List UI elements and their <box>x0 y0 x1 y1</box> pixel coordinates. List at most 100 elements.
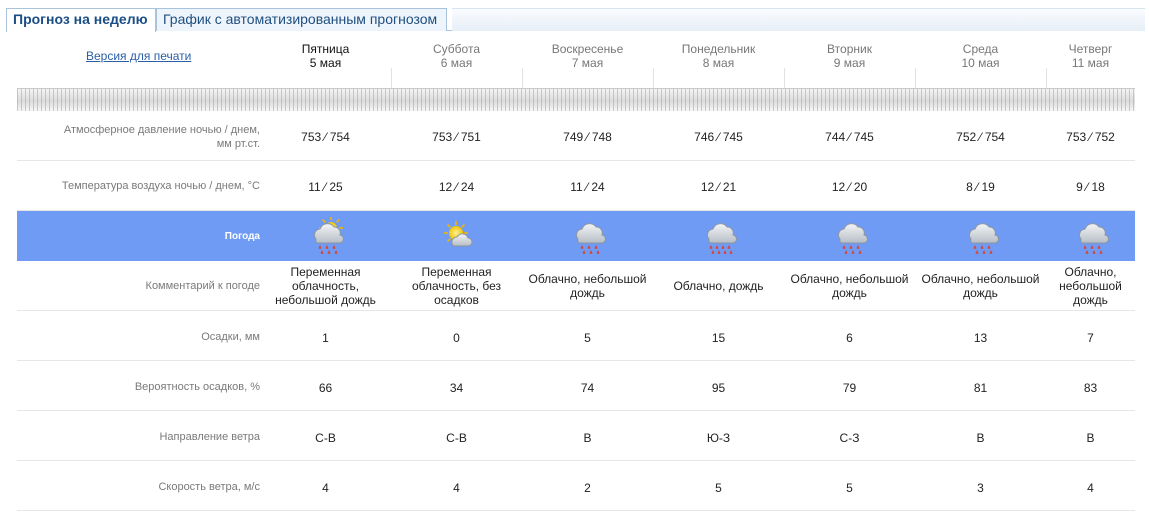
day-name: Понедельник <box>681 42 756 56</box>
day-date: 5 мая <box>309 56 342 70</box>
pressure-value: 752 ⁄ 754 <box>956 130 1005 144</box>
weather-comment-line: небольшой дождь <box>275 293 376 307</box>
day-name: Вторник <box>827 42 872 56</box>
cloud-rain-icon <box>1072 217 1110 255</box>
day-header: Четверг 11 мая <box>1046 42 1135 70</box>
day-header: Среда 10 мая <box>915 42 1046 70</box>
day-name: Среда <box>962 42 999 56</box>
pressure-value: 744 ⁄ 745 <box>825 130 874 144</box>
wind-direction-value: С-З <box>839 431 860 445</box>
day-date: 10 мая <box>961 56 1000 70</box>
temperature-label: Температура воздуха ночью / днем, °C <box>61 180 260 192</box>
weather-comment-line: Переменная <box>421 265 492 279</box>
time-ruler <box>17 89 1135 111</box>
day-date: 9 мая <box>833 56 866 70</box>
wind-speed-value: 5 <box>846 481 853 495</box>
column-divider <box>784 68 785 90</box>
day-header: Пятница 5 мая <box>260 42 391 70</box>
precipitation-value: 6 <box>846 331 853 345</box>
wind-direction-label: Направление ветра <box>159 431 260 443</box>
pressure-label-line2: мм рт.ст. <box>216 138 260 150</box>
wind-speed-value: 5 <box>715 481 722 495</box>
cloud-rain-icon <box>569 217 607 255</box>
weather-comment-line: Переменная <box>290 265 361 279</box>
weather-comment-line: дождь <box>963 286 998 300</box>
weather-comment-line: Облачно, небольшой <box>921 272 1040 286</box>
pressure-value: 753 ⁄ 752 <box>1066 130 1115 144</box>
precipitation-probability-value: 83 <box>1083 381 1098 395</box>
weather-comment: Переменная облачность, без осадков <box>391 265 522 307</box>
precipitation-probability-label: Вероятность осадков, % <box>134 381 260 393</box>
weather-comment-line: осадков <box>434 293 479 307</box>
temperature-value: 11 ⁄ 25 <box>308 180 343 194</box>
comment-label: Комментарий к погоде <box>145 280 260 292</box>
day-date: 6 мая <box>440 56 473 70</box>
day-name: Суббота <box>433 42 480 56</box>
tab-weekly-forecast[interactable]: Прогноз на неделю <box>6 8 156 32</box>
weather-comment-line: облачность, без <box>411 279 502 293</box>
temperature-value: 12 ⁄ 24 <box>438 180 475 194</box>
precipitation-label: Осадки, мм <box>201 331 260 343</box>
cloud-sun-rain-icon <box>307 216 345 255</box>
pressure-value: 753 ⁄ 751 <box>432 130 481 144</box>
tab-strip-fill <box>452 8 1145 31</box>
precipitation-probability-value: 81 <box>973 381 988 395</box>
temperature-value: 12 ⁄ 21 <box>700 180 737 194</box>
day-header: Суббота 6 мая <box>391 42 522 70</box>
print-version-link[interactable]: Версия для печати <box>86 49 191 63</box>
wind-direction-value: Ю-З <box>706 431 731 445</box>
weather-comment-line: облачность, <box>291 279 360 293</box>
tab-automated-chart[interactable]: График с автоматизированным прогнозом <box>156 8 447 31</box>
precipitation-probability-value: 79 <box>842 381 857 395</box>
weather-comment: Облачно, небольшой дождь <box>915 272 1046 300</box>
weather-comment-line: Облачно, дождь <box>673 279 764 293</box>
temperature-value: 11 ⁄ 24 <box>570 180 605 194</box>
column-divider <box>522 68 523 90</box>
precipitation-value: 7 <box>1087 331 1094 345</box>
temperature-value: 12 ⁄ 20 <box>831 180 868 194</box>
weather-comment-line: дождь <box>570 286 605 300</box>
cloud-rain-icon <box>962 217 1000 255</box>
day-name: Воскресенье <box>551 42 624 56</box>
column-divider <box>653 68 654 90</box>
column-divider <box>915 68 916 90</box>
wind-speed-value: 2 <box>584 481 591 495</box>
wind-direction-value: В <box>976 431 985 445</box>
column-divider <box>391 68 392 90</box>
weather-comment-line: дождь <box>1073 293 1108 307</box>
sun-cloud-icon <box>438 217 476 255</box>
day-date: 8 мая <box>702 56 735 70</box>
day-header: Воскресенье 7 мая <box>522 42 653 70</box>
precipitation-value: 0 <box>453 331 460 345</box>
weather-comment: Облачно, небольшой дождь <box>522 272 653 300</box>
day-header: Понедельник 8 мая <box>653 42 784 70</box>
pressure-value: 749 ⁄ 748 <box>563 130 612 144</box>
cloud-heavy-rain-icon <box>700 217 738 255</box>
pressure-value: 753 ⁄ 754 <box>301 130 350 144</box>
weather-comment: Переменная облачность, небольшой дождь <box>260 265 391 307</box>
wind-direction-value: С-В <box>446 431 467 445</box>
weather-label: Погода <box>224 231 260 242</box>
weather-comment-line: дождь <box>832 286 867 300</box>
cloud-rain-icon <box>831 217 869 255</box>
precipitation-probability-value: 95 <box>711 381 726 395</box>
day-name: Четверг <box>1068 42 1113 56</box>
wind-direction-value: В <box>1086 431 1095 445</box>
weather-comment: Облачно, дождь <box>653 279 784 293</box>
pressure-label: Атмосферное давление ночью / днем, мм рт… <box>17 123 260 151</box>
tab-bar: Прогноз на неделю График с автоматизиров… <box>6 8 1145 32</box>
weather-comment-line: Облачно, <box>1064 265 1117 279</box>
precipitation-value: 13 <box>973 331 988 345</box>
temperature-value: 8 ⁄ 19 <box>966 180 995 194</box>
precipitation-value: 1 <box>322 331 329 345</box>
day-date: 11 мая <box>1071 56 1110 70</box>
weather-comment-line: Облачно, небольшой <box>790 272 909 286</box>
day-header: Вторник 9 мая <box>784 42 915 70</box>
day-name: Пятница <box>301 42 350 56</box>
precipitation-value: 15 <box>711 331 726 345</box>
wind-speed-label: Скорость ветра, м/с <box>158 481 260 493</box>
precipitation-probability-value: 74 <box>580 381 595 395</box>
wind-speed-value: 3 <box>977 481 984 495</box>
precipitation-value: 5 <box>584 331 591 345</box>
day-date: 7 мая <box>571 56 604 70</box>
